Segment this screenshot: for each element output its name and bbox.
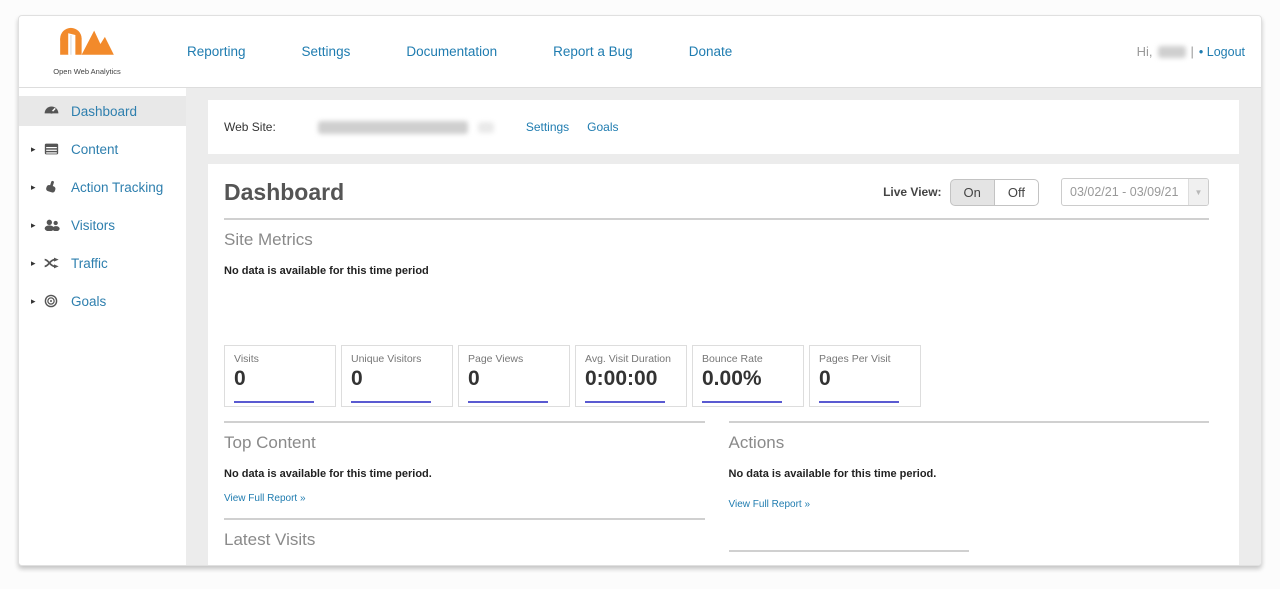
live-view-off-button[interactable]: Off <box>994 179 1039 206</box>
metric-visits: Visits 0 <box>224 345 336 407</box>
sidebar-item-traffic[interactable]: ▸ Traffic <box>19 248 186 278</box>
nav-reporting[interactable]: Reporting <box>187 44 246 59</box>
sidebar-item-dashboard[interactable]: Dashboard <box>19 96 186 126</box>
page-title: Dashboard <box>224 179 344 206</box>
sidebar-item-label: Goals <box>71 294 106 309</box>
site-selector-caret-redacted <box>478 122 494 133</box>
divider <box>729 421 1210 423</box>
top-content-empty-message: No data is available for this time perio… <box>224 468 705 480</box>
logo-caption: Open Web Analytics <box>31 67 143 76</box>
sidebar-item-label: Visitors <box>71 218 115 233</box>
actions-title: Actions <box>729 433 1210 453</box>
latest-visits-title: Latest Visits <box>224 530 705 550</box>
user-area: Hi, | • Logout <box>1137 44 1245 59</box>
site-goals-link[interactable]: Goals <box>587 120 618 134</box>
greeting-text: Hi, <box>1137 44 1153 59</box>
nav-report-a-bug[interactable]: Report a Bug <box>553 44 633 59</box>
sidebar-item-goals[interactable]: ▸ Goals <box>19 286 186 316</box>
metrics-row: Visits 0 Unique Visitors 0 Page Views 0 <box>224 345 1209 407</box>
date-range-select[interactable]: 03/02/21 - 03/09/21 ▼ <box>1061 178 1209 206</box>
nav-donate[interactable]: Donate <box>689 44 733 59</box>
app-window: Open Web Analytics Reporting Settings Do… <box>18 15 1262 566</box>
users-icon <box>44 219 63 231</box>
metric-bounce-rate: Bounce Rate 0.00% <box>692 345 804 407</box>
divider <box>224 218 1209 220</box>
sidebar: Dashboard ▸ Content ▸ <box>19 88 186 565</box>
chevron-down-icon: ▼ <box>1188 179 1208 205</box>
divider <box>729 550 969 552</box>
top-bar: Open Web Analytics Reporting Settings Do… <box>19 16 1261 88</box>
content-table-icon <box>44 143 63 155</box>
metric-pages-per-visit: Pages Per Visit 0 <box>809 345 921 407</box>
actions-empty-message: No data is available for this time perio… <box>729 468 1210 480</box>
site-metrics-title: Site Metrics <box>224 230 1209 250</box>
owa-logo[interactable]: Open Web Analytics <box>31 27 143 76</box>
gauge-icon <box>44 105 63 118</box>
dashboard-controls: Live View: On Off 03/02/21 - 03/09/21 ▼ <box>883 178 1209 206</box>
divider <box>224 518 705 520</box>
divider <box>224 421 705 423</box>
left-report-column: Top Content No data is available for thi… <box>224 421 705 565</box>
sidebar-item-content[interactable]: ▸ Content <box>19 134 186 164</box>
sidebar-item-label: Traffic <box>71 256 108 271</box>
sidebar-item-label: Dashboard <box>71 104 137 119</box>
empty-chart-area <box>224 285 1209 345</box>
visitor-types-title: Visitor Types <box>729 562 1210 565</box>
site-metrics-empty-message: No data is available for this time perio… <box>224 265 1209 277</box>
date-range-value: 03/02/21 - 03/09/21 <box>1070 185 1178 199</box>
nav-settings[interactable]: Settings <box>302 44 351 59</box>
top-content-title: Top Content <box>224 433 705 453</box>
metric-unique-visitors: Unique Visitors 0 <box>341 345 453 407</box>
site-selector-redacted[interactable] <box>318 121 468 134</box>
expand-caret-icon[interactable]: ▸ <box>31 182 44 193</box>
expand-caret-icon[interactable]: ▸ <box>31 296 44 307</box>
expand-caret-icon[interactable]: ▸ <box>31 220 44 231</box>
expand-caret-icon[interactable]: ▸ <box>31 258 44 269</box>
sidebar-item-label: Action Tracking <box>71 180 163 195</box>
owa-logo-icon <box>51 27 123 61</box>
sparkline <box>351 401 431 403</box>
sparkline <box>585 401 665 403</box>
actions-view-full-report-link[interactable]: View Full Report » <box>729 499 811 510</box>
hand-pointer-icon <box>44 180 63 194</box>
site-bar: Web Site: Settings Goals <box>208 100 1239 154</box>
expand-caret-icon[interactable]: ▸ <box>31 144 44 155</box>
dashboard-card: Dashboard Live View: On Off 03/02/21 - 0… <box>208 164 1239 565</box>
sparkline <box>468 401 548 403</box>
logout-link[interactable]: • Logout <box>1199 45 1245 59</box>
content-area: Web Site: Settings Goals Dashboard Live … <box>186 88 1261 565</box>
sidebar-item-action-tracking[interactable]: ▸ Action Tracking <box>19 172 186 202</box>
metric-page-views: Page Views 0 <box>458 345 570 407</box>
nav-documentation[interactable]: Documentation <box>406 44 497 59</box>
web-site-label: Web Site: <box>224 120 276 134</box>
top-content-view-full-report-link[interactable]: View Full Report » <box>224 493 306 504</box>
site-settings-link[interactable]: Settings <box>526 120 569 134</box>
username-redacted <box>1158 46 1186 58</box>
sidebar-item-visitors[interactable]: ▸ Visitors <box>19 210 186 240</box>
right-report-column: Actions No data is available for this ti… <box>729 421 1210 565</box>
shuffle-icon <box>44 257 63 269</box>
top-nav: Reporting Settings Documentation Report … <box>187 44 732 59</box>
sidebar-item-label: Content <box>71 142 118 157</box>
live-view-on-button[interactable]: On <box>950 179 994 206</box>
sparkline <box>234 401 314 403</box>
metric-avg-visit-duration: Avg. Visit Duration 0:00:00 <box>575 345 687 407</box>
sparkline <box>702 401 782 403</box>
live-view-label: Live View: <box>883 185 941 199</box>
bullseye-icon <box>44 294 63 308</box>
greeting-divider: | <box>1191 44 1194 59</box>
sparkline <box>819 401 899 403</box>
